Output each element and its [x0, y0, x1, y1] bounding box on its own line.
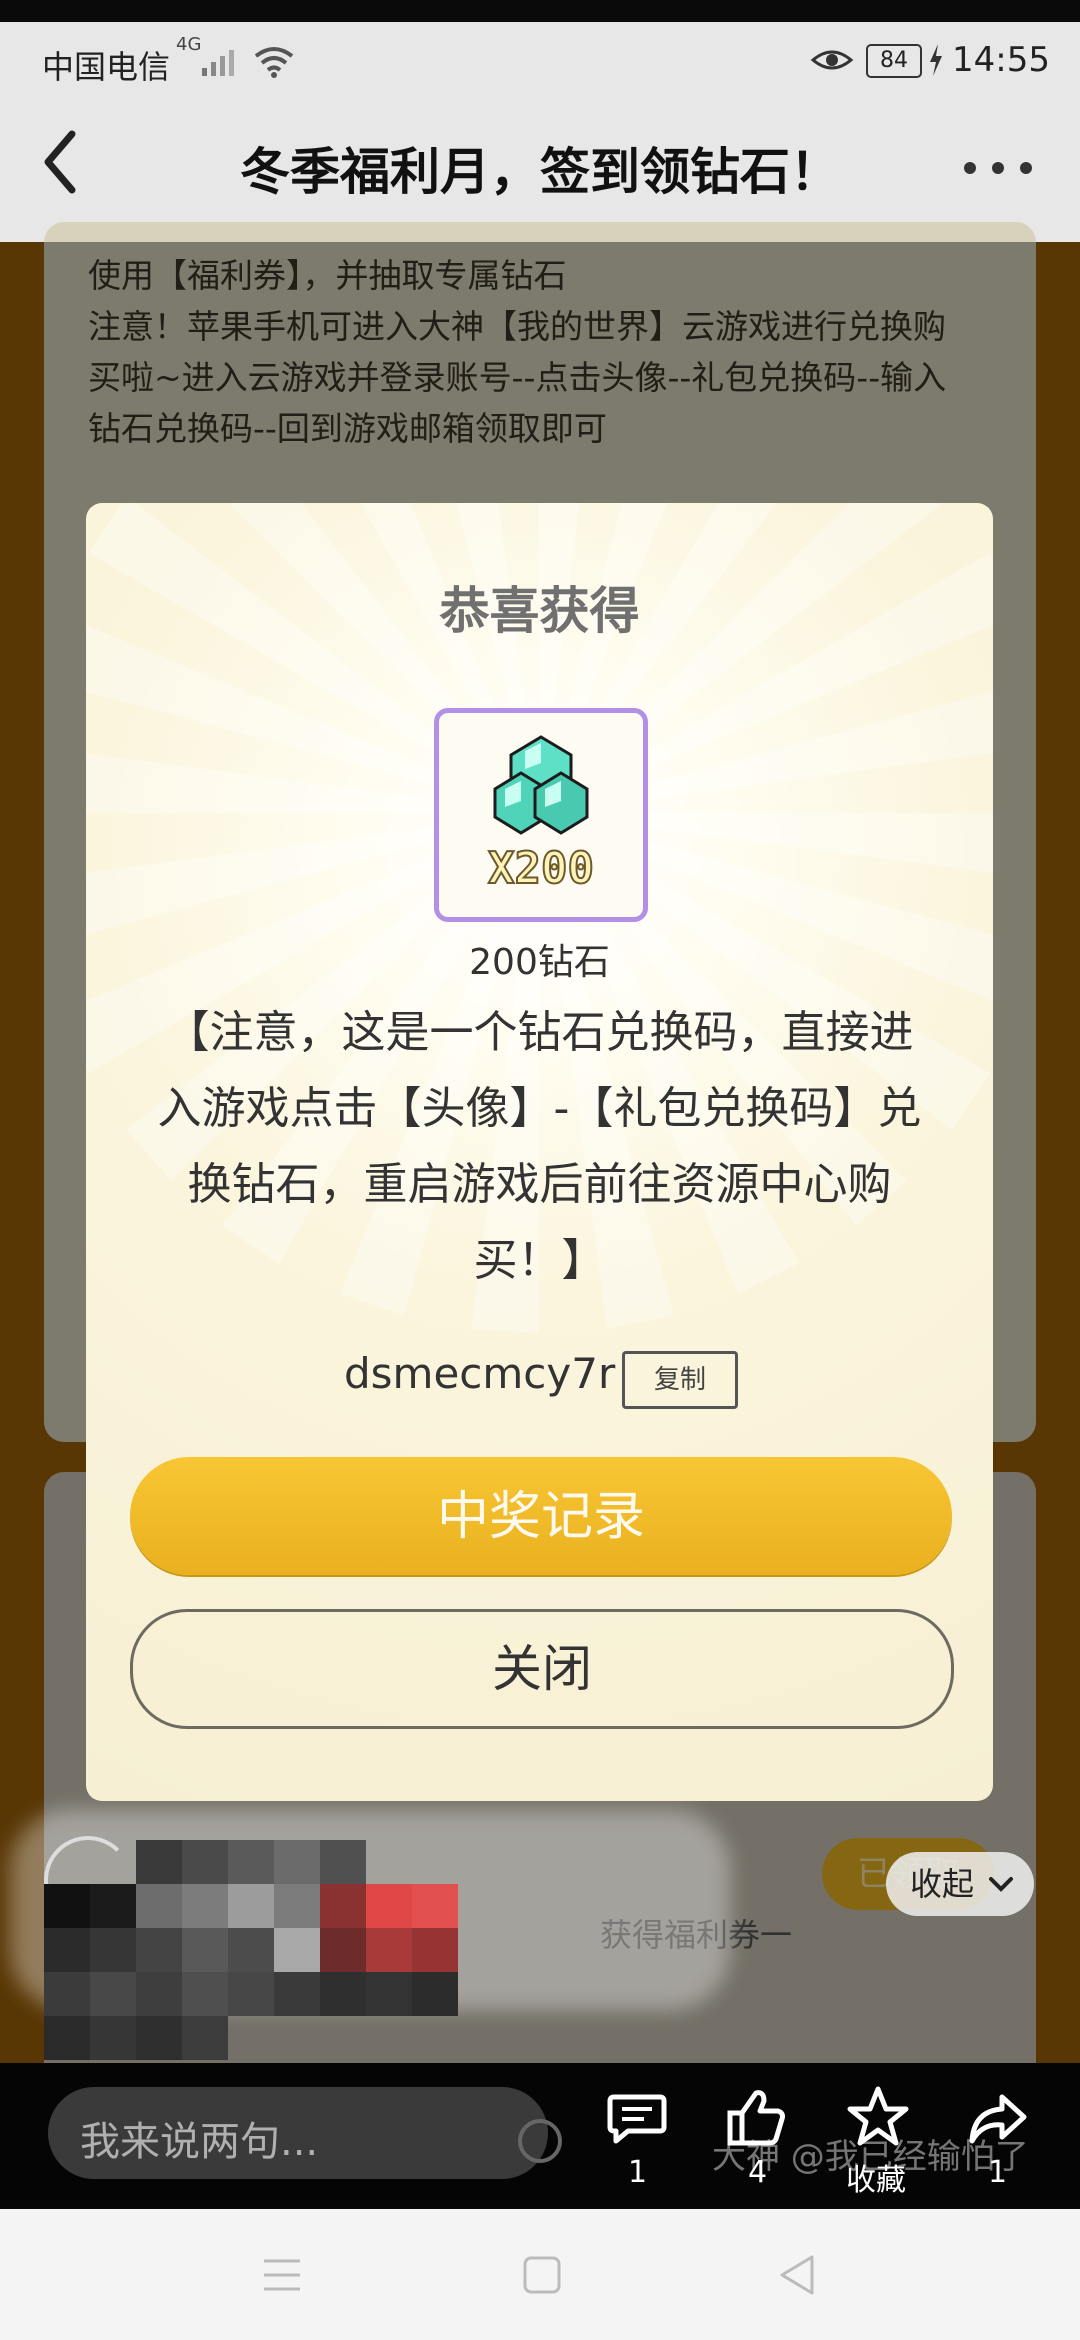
charging-icon [930, 44, 942, 76]
chevron-down-icon [989, 1877, 1013, 1892]
notice-line-4: 买！】 [473, 1235, 606, 1286]
comment-placeholder: 我来说两句... [80, 2119, 319, 2165]
emoji-icon[interactable] [516, 2117, 564, 2165]
back-nav-icon[interactable] [776, 2253, 816, 2297]
close-button[interactable]: 关闭 [130, 1609, 954, 1729]
censored-mosaic [44, 1840, 600, 2084]
redeem-code: dsmecmcy7r [344, 1349, 616, 1398]
notice-line-1: 【注意，这是一个钻石兑换码，直接进 [165, 1007, 914, 1058]
collapse-label: 收起 [910, 1865, 975, 1903]
copy-code-button[interactable]: 复制 [622, 1351, 738, 1409]
diamond-icon [493, 735, 589, 835]
signal-icon [202, 50, 234, 76]
eye-comfort-icon [810, 50, 854, 70]
prize-record-button[interactable]: 中奖记录 [130, 1457, 952, 1575]
watermark: 大神 @我已经输怕了 [712, 2137, 1029, 2177]
battery-indicator: 84 [866, 44, 922, 78]
carrier-name: 中国电信 [42, 48, 171, 86]
more-options-button[interactable] [962, 160, 1034, 176]
reward-name: 200钻石 [469, 942, 610, 983]
comment-input[interactable]: 我来说两句... [48, 2087, 548, 2179]
clock: 14:55 [952, 40, 1050, 80]
modal-title: 恭喜获得 [439, 582, 640, 640]
wifi-icon [254, 47, 294, 78]
comment-count: 1 [628, 2155, 648, 2190]
network-type: 4G [176, 34, 202, 55]
reward-tile: X200 [434, 708, 648, 922]
notice-line-3: 换钻石，重启游戏后前往资源中心购 [187, 1159, 892, 1210]
reward-modal: 恭喜获得 X200 200钻石 【注意，这是一个钻石兑换码，直接进 入游戏点击【… [86, 503, 993, 1801]
menu-icon[interactable] [262, 2257, 302, 2293]
collapse-button[interactable]: 收起 [886, 1852, 1034, 1916]
home-icon[interactable] [522, 2255, 562, 2295]
system-nav-bar [0, 2209, 1080, 2340]
comment-bar: 我来说两句... 1 4 收藏 1 大神 @我已经输怕了 [0, 2063, 1080, 2209]
header: 中国电信 4G 84 14:55 冬季福利月，签到领钻石！ [0, 22, 1080, 242]
battery-level: 84 [880, 48, 908, 73]
notice-text: 【注意，这是一个钻石兑换码，直接进 入游戏点击【头像】-【礼包兑换码】兑 换钻石… [86, 995, 993, 1299]
notice-line-2: 入游戏点击【头像】-【礼包兑换码】兑 [157, 1083, 922, 1134]
comment-icon[interactable] [606, 2091, 668, 2147]
page-title: 冬季福利月，签到领钻石！ [240, 143, 840, 201]
reward-quantity-badge: X200 [487, 842, 595, 895]
system-top-strip [0, 0, 1080, 22]
